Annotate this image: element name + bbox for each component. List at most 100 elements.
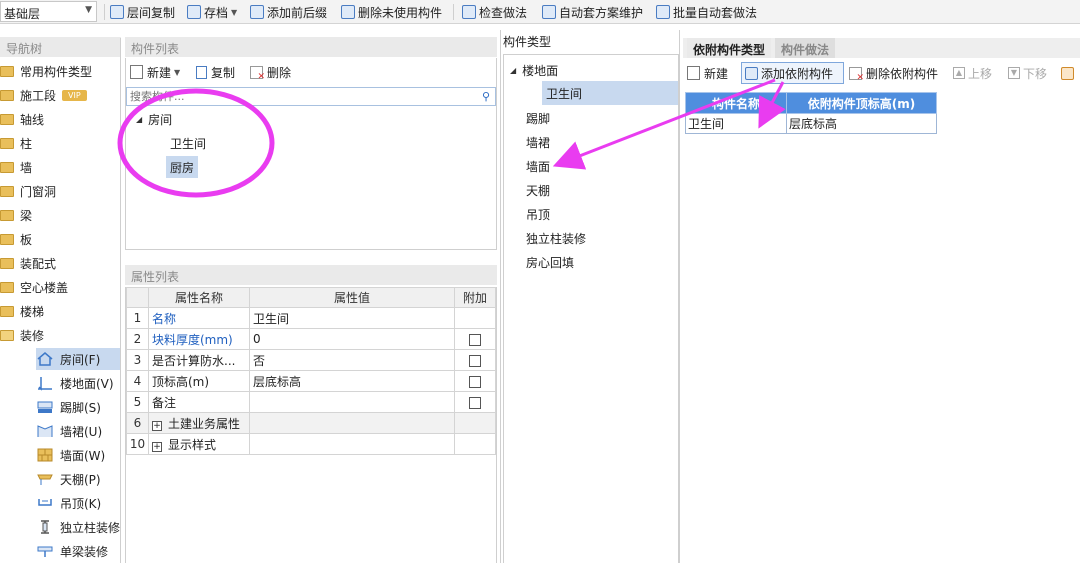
move-down-button[interactable]: ▼ 下移: [1008, 62, 1047, 84]
nav-subitem-floor[interactable]: 楼地面(V): [36, 372, 120, 394]
nav-item-openings[interactable]: 门窗洞: [0, 180, 56, 202]
expand-plus-icon[interactable]: +: [152, 441, 162, 452]
nav-subitem-suspended-ceiling[interactable]: 吊顶(K): [36, 492, 120, 514]
nav-item-label: 轴线: [20, 112, 45, 127]
nav-item-hollow-floor[interactable]: 空心楼盖: [0, 276, 68, 298]
property-row[interactable]: 2 块料厚度(mm) 0: [126, 328, 496, 350]
property-value[interactable]: 层底标高: [249, 370, 455, 392]
property-value[interactable]: 否: [249, 349, 455, 371]
row-number-header: [126, 287, 149, 308]
folder-icon: [0, 137, 14, 149]
nav-item-decoration[interactable]: 装修: [0, 324, 44, 346]
attach-checkbox[interactable]: [469, 333, 481, 346]
save-button[interactable]: 存档 ▼: [187, 3, 237, 21]
property-value: [249, 412, 455, 434]
type-node-column-deco[interactable]: 独立柱装修: [526, 227, 586, 249]
move-up-button[interactable]: ▲ 上移: [953, 62, 992, 84]
new-component-button[interactable]: 新建 ▼: [130, 61, 180, 83]
property-value[interactable]: 卫生间: [249, 307, 455, 329]
nav-subitem-dado[interactable]: 墙裙(U): [36, 420, 120, 442]
dependent-top-cell[interactable]: 层底标高: [786, 113, 937, 134]
property-value[interactable]: 0: [249, 328, 455, 350]
property-extra-header: 附加: [454, 287, 496, 308]
nav-subitem-ceiling[interactable]: 天棚(P): [36, 468, 120, 490]
property-group-label: 土建业务属性: [168, 416, 241, 431]
check-method-button[interactable]: 检查做法: [462, 3, 527, 21]
row-number: 1: [126, 307, 149, 329]
expand-triangle-icon[interactable]: ◢: [136, 115, 142, 124]
search-icon[interactable]: ⚲: [482, 90, 490, 103]
add-prefix-icon: [250, 5, 264, 19]
new-dependent-button[interactable]: 新建: [687, 62, 728, 84]
tree-node-room[interactable]: ◢ 房间: [136, 108, 172, 130]
dependent-name-cell[interactable]: 卫生间: [685, 113, 787, 134]
nav-item-axis[interactable]: 轴线: [0, 108, 44, 130]
property-row[interactable]: 4 顶标高(m) 层底标高: [126, 370, 496, 392]
type-node-suspended-ceiling[interactable]: 吊顶: [526, 203, 550, 225]
suspended-ceiling-icon: [36, 495, 54, 511]
nav-item-stairs[interactable]: 楼梯: [0, 300, 44, 322]
property-value[interactable]: [249, 391, 455, 413]
type-node-dado[interactable]: 墙裙: [526, 131, 550, 153]
tree-node-label: 吊顶: [526, 207, 551, 222]
nav-item-beam[interactable]: 梁: [0, 204, 32, 226]
folder-icon: [0, 113, 14, 125]
attach-checkbox[interactable]: [469, 396, 481, 409]
add-prefix-button[interactable]: 添加前后缀: [250, 3, 327, 21]
nav-item-prefab[interactable]: 装配式: [0, 252, 56, 274]
delete-dependent-button[interactable]: 删除依附构件: [849, 62, 938, 84]
type-node-skirting[interactable]: 踢脚: [526, 107, 550, 129]
auto-scheme-button[interactable]: 自动套方案维护: [542, 3, 643, 21]
type-node-bathroom[interactable]: 卫生间: [542, 81, 678, 105]
tree-node-kitchen[interactable]: 厨房: [166, 156, 199, 178]
type-node-ceiling[interactable]: 天棚: [526, 179, 550, 201]
property-group-row[interactable]: 6 + 土建业务属性: [126, 412, 496, 434]
nav-subitem-skirting[interactable]: 踢脚(S): [36, 396, 120, 418]
new-file-icon: [130, 65, 143, 79]
layer-select[interactable]: 基础层 ▼: [0, 1, 97, 22]
property-row[interactable]: 5 备注: [126, 391, 496, 413]
component-search: ⚲: [126, 87, 496, 106]
type-node-floor[interactable]: ◢ 楼地面: [510, 59, 558, 81]
expand-plus-icon[interactable]: +: [152, 420, 162, 431]
type-node-backfill[interactable]: 房心回填: [526, 251, 574, 273]
batch-auto-button[interactable]: 批量自动套做法: [656, 3, 757, 21]
delete-component-button[interactable]: 删除: [250, 61, 291, 83]
property-row[interactable]: 3 是否计算防水... 否: [126, 349, 496, 371]
nav-item-slab[interactable]: 板: [0, 228, 32, 250]
expand-triangle-icon[interactable]: ◢: [510, 66, 516, 75]
nav-subitem-room[interactable]: 房间(F): [36, 348, 120, 370]
dependent-row[interactable]: 卫生间 层底标高: [685, 113, 937, 134]
nav-item-label: 装配式: [20, 256, 57, 271]
property-name: 块料厚度(mm): [148, 328, 250, 350]
component-search-input[interactable]: [127, 88, 467, 105]
row-number: 5: [126, 391, 149, 413]
attach-checkbox[interactable]: [469, 375, 481, 388]
tree-node-bathroom[interactable]: 卫生间: [170, 132, 206, 154]
type-node-wall-face[interactable]: 墙面: [526, 155, 550, 177]
delete-unused-button[interactable]: 删除未使用构件: [341, 3, 442, 21]
attach-checkbox[interactable]: [469, 354, 481, 367]
row-number: 6: [126, 412, 149, 434]
nav-item-wall[interactable]: 墙: [0, 156, 32, 178]
property-row[interactable]: 1 名称 卫生间: [126, 307, 496, 329]
nav-subitem-label: 墙面(W): [60, 448, 106, 463]
nav-subitem-label: 楼地面(V): [60, 376, 114, 391]
property-group-name: + 土建业务属性: [148, 412, 250, 434]
tab-dependent-type[interactable]: 依附构件类型: [687, 38, 772, 58]
property-list-header: 属性列表: [125, 265, 497, 285]
nav-item-common[interactable]: 常用构件类型: [0, 60, 92, 82]
more-button[interactable]: [1061, 62, 1077, 84]
layer-copy-button[interactable]: 层间复制: [110, 3, 175, 21]
toolbar-divider: [453, 4, 454, 20]
copy-component-button[interactable]: 复制: [196, 61, 235, 83]
nav-subitem-wall-face[interactable]: 墙面(W): [36, 444, 120, 466]
nav-item-section[interactable]: 施工段 VIP: [0, 84, 87, 106]
nav-subitem-column-deco[interactable]: 独立柱装修: [36, 516, 120, 538]
nav-item-column[interactable]: 柱: [0, 132, 32, 154]
property-extra-cell: [454, 349, 496, 371]
property-group-row[interactable]: 10 + 显示样式: [126, 433, 496, 455]
nav-subitem-beam-deco[interactable]: 单梁装修: [36, 540, 120, 562]
add-dependent-button[interactable]: 添加依附构件: [745, 62, 833, 84]
tab-component-method[interactable]: 构件做法: [775, 38, 836, 58]
